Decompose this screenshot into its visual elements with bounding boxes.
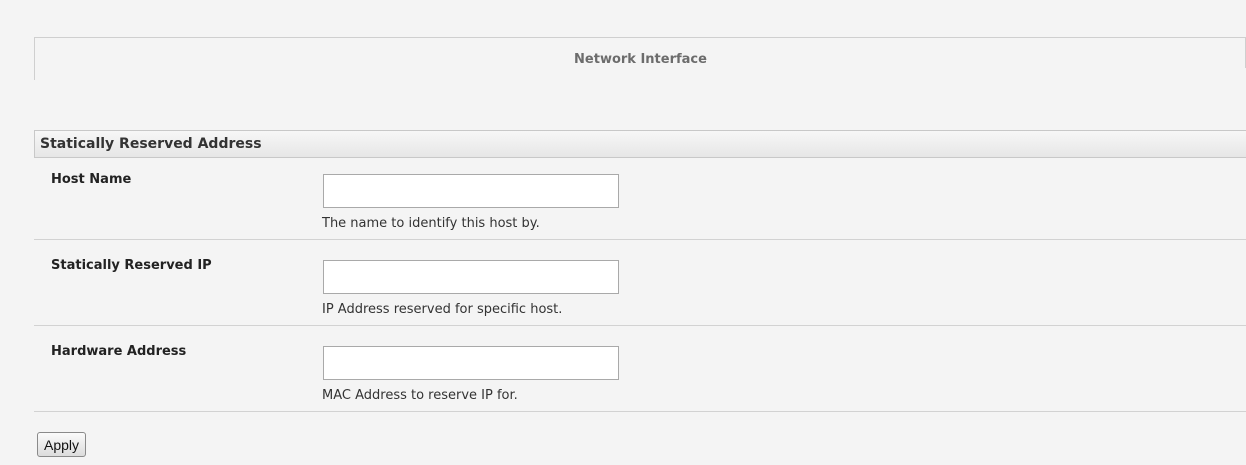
host-name-input[interactable]	[323, 174, 619, 208]
page: Network Interface Statically Reserved Ad…	[0, 0, 1246, 465]
host-name-label: Host Name	[51, 172, 132, 187]
hardware-address-input[interactable]	[323, 346, 619, 380]
section-header: Statically Reserved Address	[34, 130, 1246, 158]
host-name-row: Host Name The name to identify this host…	[34, 158, 1246, 240]
hardware-address-label: Hardware Address	[51, 344, 187, 359]
tab-title: Network Interface	[574, 52, 707, 67]
reserved-ip-row: Statically Reserved IP IP Address reserv…	[34, 244, 1246, 326]
reserved-ip-label: Statically Reserved IP	[51, 258, 212, 273]
hardware-address-help: MAC Address to reserve IP for.	[322, 388, 518, 403]
reserved-ip-input[interactable]	[323, 260, 619, 294]
hardware-address-row: Hardware Address MAC Address to reserve …	[34, 330, 1246, 412]
network-interface-tab[interactable]: Network Interface	[34, 37, 1246, 80]
reserved-ip-help: IP Address reserved for specific host.	[322, 302, 563, 317]
apply-button[interactable]: Apply	[37, 432, 87, 457]
host-name-help: The name to identify this host by.	[322, 216, 540, 231]
